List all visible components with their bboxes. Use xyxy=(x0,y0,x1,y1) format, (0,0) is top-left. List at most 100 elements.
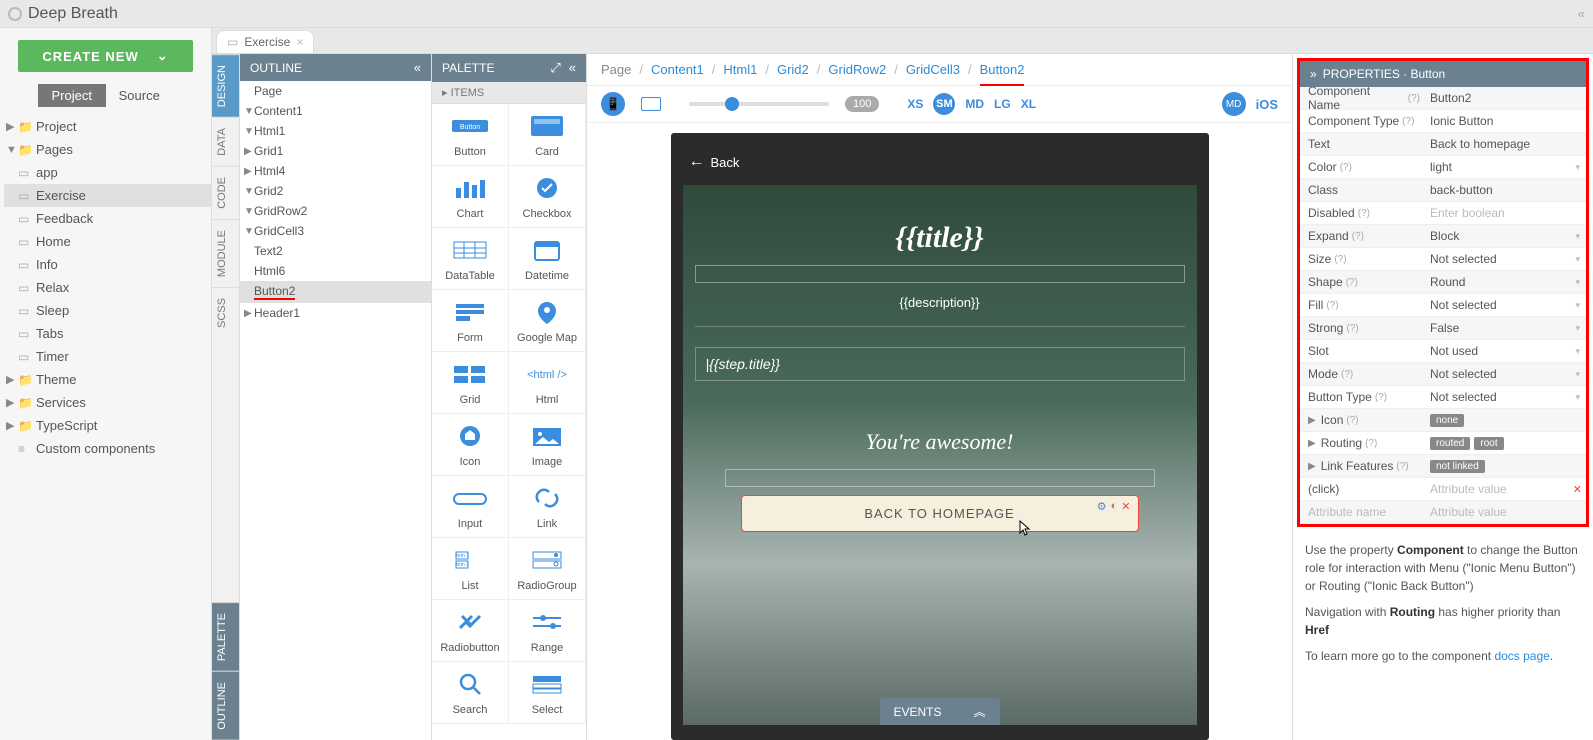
expand-icon[interactable]: ▶ xyxy=(1308,438,1316,449)
palette-item-form[interactable]: Form xyxy=(432,290,509,352)
tab-source[interactable]: Source xyxy=(106,84,174,107)
expand-icon[interactable]: ▶ xyxy=(244,146,254,157)
help-icon[interactable]: (?) xyxy=(1365,438,1377,449)
prop-row-color[interactable]: Color(?)light▾ xyxy=(1300,156,1586,179)
help-icon[interactable]: (?) xyxy=(1341,369,1353,380)
expand-icon[interactable]: ▶ xyxy=(6,419,18,432)
tree-item-home[interactable]: ▭Home xyxy=(4,230,211,253)
prop-row-routing[interactable]: ▶Routing(?)routedroot xyxy=(1300,432,1586,455)
palette-item-link[interactable]: Link xyxy=(509,476,586,538)
outline-item-gridcell3[interactable]: ▼GridCell3 xyxy=(240,221,431,241)
breadcrumb-page[interactable]: Page xyxy=(601,62,631,77)
palette-item-button[interactable]: ButtonButton xyxy=(432,104,509,166)
breadcrumb-grid2[interactable]: Grid2 xyxy=(777,62,809,77)
prop-value[interactable]: Not selected▾ xyxy=(1420,390,1586,404)
prop-value[interactable]: Round▾ xyxy=(1420,275,1586,289)
breadcrumb-gridcell3[interactable]: GridCell3 xyxy=(906,62,960,77)
prop-value[interactable]: Not selected▾ xyxy=(1420,252,1586,266)
prop-row-slot[interactable]: SlotNot used▾ xyxy=(1300,340,1586,363)
tree-item-project[interactable]: ▶📁Project xyxy=(4,115,211,138)
chevron-right-icon[interactable]: » xyxy=(1310,67,1317,81)
outline-item-html4[interactable]: ▶Html4 xyxy=(240,161,431,181)
tree-item-typescript[interactable]: ▶📁TypeScript xyxy=(4,414,211,437)
help-icon[interactable]: (?) xyxy=(1396,461,1408,472)
outline-item-page[interactable]: Page xyxy=(240,81,431,101)
dropdown-icon[interactable]: ▾ xyxy=(1575,277,1580,288)
breadcrumb-button2[interactable]: Button2 xyxy=(980,62,1025,77)
prop-value[interactable]: Not selected▾ xyxy=(1420,367,1586,381)
breadcrumb-gridrow2[interactable]: GridRow2 xyxy=(828,62,886,77)
help-icon[interactable]: (?) xyxy=(1358,208,1370,219)
expand-icon[interactable]: ▼ xyxy=(244,126,254,137)
tree-item-pages[interactable]: ▼📁Pages xyxy=(4,138,211,161)
palette-item-icon[interactable]: Icon xyxy=(432,414,509,476)
prop-row-mode[interactable]: Mode(?)Not selected▾ xyxy=(1300,363,1586,386)
bp-lg[interactable]: LG xyxy=(994,97,1011,111)
tree-item-services[interactable]: ▶📁Services xyxy=(4,391,211,414)
dropdown-icon[interactable]: ▾ xyxy=(1575,231,1580,242)
dropdown-icon[interactable]: ▾ xyxy=(1575,254,1580,265)
tree-item-app[interactable]: ▭app xyxy=(4,161,211,184)
prop-value[interactable]: Not used▾ xyxy=(1420,344,1586,358)
help-icon[interactable]: (?) xyxy=(1408,93,1420,104)
outline-item-gridrow2[interactable]: ▼GridRow2 xyxy=(240,201,431,221)
prop-value[interactable]: light▾ xyxy=(1420,160,1586,174)
width-slider[interactable] xyxy=(689,102,829,106)
tree-item-info[interactable]: ▭Info xyxy=(4,253,211,276)
palette-item-checkbox[interactable]: Checkbox xyxy=(509,166,586,228)
dropdown-icon[interactable]: ▾ xyxy=(1575,369,1580,380)
prop-row-icon[interactable]: ▶Icon(?)none xyxy=(1300,409,1586,432)
prop-row-component-name[interactable]: Component Name(?)Button2 xyxy=(1300,87,1586,110)
help-icon[interactable]: (?) xyxy=(1340,162,1352,173)
prop-row-disabled[interactable]: Disabled(?)Enter boolean xyxy=(1300,202,1586,225)
slider-knob[interactable] xyxy=(725,97,739,111)
prop-row-link-features[interactable]: ▶Link Features(?)not linked xyxy=(1300,455,1586,478)
dropdown-icon[interactable]: ▾ xyxy=(1575,323,1580,334)
editor-tab-exercise[interactable]: ▭ Exercise × xyxy=(216,30,314,53)
device-landscape-icon[interactable] xyxy=(641,97,661,111)
palette-item-card[interactable]: Card xyxy=(509,104,586,166)
vtab-design[interactable]: DESIGN xyxy=(212,54,239,117)
vtab-palette[interactable]: PALETTE xyxy=(212,602,239,671)
expand-icon[interactable]: ▶ xyxy=(1308,461,1316,472)
collapse-icon[interactable]: « xyxy=(414,60,421,75)
prop-row-expand[interactable]: Expand(?)Block▾ xyxy=(1300,225,1586,248)
prop-value[interactable]: Ionic Button xyxy=(1420,114,1586,128)
palette-item-radiobutton[interactable]: Radiobutton xyxy=(432,600,509,662)
palette-item-list[interactable]: Item 1Item 2List xyxy=(432,538,509,600)
duplicate-icon[interactable]: ◐ xyxy=(1111,500,1119,513)
expand-icon[interactable]: ▶ xyxy=(1308,415,1316,426)
expand-icon[interactable]: ▶ xyxy=(6,396,18,409)
back-arrow-icon[interactable]: ← xyxy=(689,153,705,171)
palette-item-datetime[interactable]: Datetime xyxy=(509,228,586,290)
bp-xs[interactable]: XS xyxy=(907,97,923,111)
expand-icon[interactable]: ▶ xyxy=(244,308,254,319)
help-icon[interactable]: (?) xyxy=(1326,300,1338,311)
tree-item-timer[interactable]: ▭Timer xyxy=(4,345,211,368)
device-portrait-icon[interactable]: 📱 xyxy=(601,92,625,116)
prop-value[interactable]: Back to homepage xyxy=(1420,137,1586,151)
help-icon[interactable]: (?) xyxy=(1352,231,1364,242)
tree-item-custom-components[interactable]: ≡Custom components xyxy=(4,437,211,460)
prop-value[interactable]: routedroot xyxy=(1420,437,1586,450)
tree-item-tabs[interactable]: ▭Tabs xyxy=(4,322,211,345)
expand-icon[interactable]: ▼ xyxy=(244,226,254,237)
help-icon[interactable]: (?) xyxy=(1346,415,1358,426)
bp-xl[interactable]: XL xyxy=(1021,97,1036,111)
expand-icon[interactable]: ▶ xyxy=(6,373,18,386)
vtab-module[interactable]: MODULE xyxy=(212,219,239,287)
prop-row-component-type[interactable]: Component Type(?)Ionic Button xyxy=(1300,110,1586,133)
dropdown-icon[interactable]: ▾ xyxy=(1575,162,1580,173)
collapse-toggle-icon[interactable]: « xyxy=(1578,6,1585,21)
outline-item-html1[interactable]: ▼Html1 xyxy=(240,121,431,141)
palette-item-radiogroup[interactable]: RadioGroup xyxy=(509,538,586,600)
outline-item-grid2[interactable]: ▼Grid2 xyxy=(240,181,431,201)
palette-item-google-map[interactable]: Google Map xyxy=(509,290,586,352)
prop-value[interactable]: Enter boolean xyxy=(1420,206,1586,220)
tree-item-sleep[interactable]: ▭Sleep xyxy=(4,299,211,322)
vtab-scss[interactable]: SCSS xyxy=(212,287,239,338)
collapse-icon[interactable]: « xyxy=(569,60,576,76)
expand-icon[interactable]: ▼ xyxy=(244,186,254,197)
prop-row--click-[interactable]: (click)Attribute value✕ xyxy=(1300,478,1586,501)
delete-icon[interactable]: ✕ xyxy=(1121,500,1131,513)
